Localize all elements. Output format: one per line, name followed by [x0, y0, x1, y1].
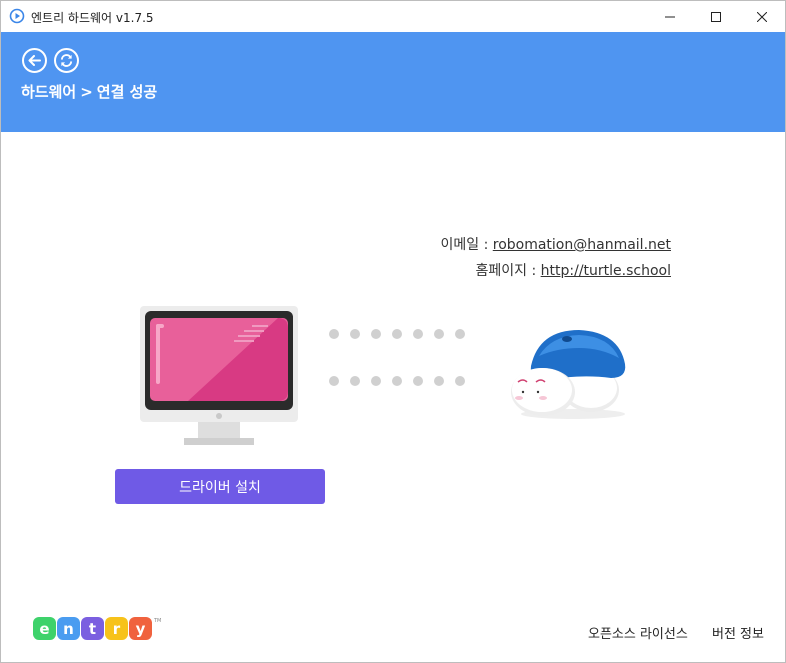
back-button[interactable]	[22, 48, 47, 73]
entry-play-icon	[9, 8, 25, 24]
dot	[371, 329, 381, 339]
dot	[455, 329, 465, 339]
homepage-label: 홈페이지 :	[475, 263, 541, 279]
logo-letter: y	[129, 617, 152, 640]
contact-email: 이메일 : robomation@hanmail.net	[440, 234, 671, 254]
dot	[392, 329, 402, 339]
dot	[413, 329, 423, 339]
breadcrumb-current: 연결 성공	[96, 83, 158, 101]
dot	[350, 376, 360, 386]
breadcrumb-separator: >	[80, 82, 93, 101]
window-title: 엔트리 하드웨어 v1.7.5	[31, 11, 154, 25]
minimize-icon	[665, 16, 675, 17]
dot	[329, 376, 339, 386]
breadcrumb: 하드웨어 > 연결 성공	[21, 81, 157, 102]
refresh-button[interactable]	[54, 48, 79, 73]
dot	[455, 376, 465, 386]
logo-trademark: TM	[154, 618, 162, 624]
version-info-link[interactable]: 버전 정보	[712, 623, 764, 642]
dot	[350, 329, 360, 339]
logo-letter: e	[33, 617, 56, 640]
dot	[392, 376, 402, 386]
turtle-robot-icon	[511, 330, 626, 419]
homepage-link[interactable]: http://turtle.school	[541, 263, 671, 279]
maximize-button[interactable]	[693, 1, 739, 32]
dot	[434, 329, 444, 339]
logo-letter: n	[57, 617, 80, 640]
title-bar: 엔트리 하드웨어 v1.7.5	[1, 1, 785, 32]
maximize-icon	[711, 11, 721, 22]
breadcrumb-root[interactable]: 하드웨어	[21, 81, 76, 102]
computer-monitor-icon	[140, 306, 298, 445]
driver-install-button[interactable]: 드라이버 설치	[115, 469, 325, 504]
app-window: 엔트리 하드웨어 v1.7.5 하드웨어 > 연결 성공 이메일: robom…	[0, 0, 786, 663]
refresh-icon	[60, 54, 73, 67]
logo-letter: r	[105, 617, 128, 640]
dot	[413, 376, 423, 386]
close-button[interactable]	[739, 1, 785, 32]
dot	[329, 329, 339, 339]
dot	[371, 376, 381, 386]
email-link[interactable]: robomation@hanmail.net	[493, 237, 671, 253]
dot	[434, 376, 444, 386]
logo-letter: t	[81, 617, 104, 640]
entry-logo: e n t r y TM	[33, 617, 161, 643]
opensource-license-link[interactable]: 오픈소스 라이선스	[588, 623, 688, 642]
contact-homepage: 홈페이지 : http://turtle.school	[476, 260, 671, 280]
minimize-button[interactable]	[647, 1, 693, 32]
close-icon	[757, 11, 767, 22]
header-bar: 하드웨어 > 연결 성공	[1, 32, 785, 132]
arrow-left-icon	[28, 55, 41, 66]
email-label: 이메일 :	[440, 237, 493, 253]
